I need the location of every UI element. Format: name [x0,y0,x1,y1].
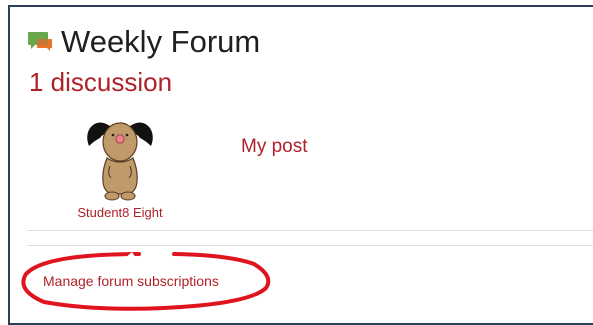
post-title-link[interactable]: My post [241,136,308,158]
divider [27,230,593,231]
forum-header: Weekly Forum [27,24,260,60]
forum-title: Weekly Forum [61,24,261,59]
author-block: Student8 Eight [60,108,180,220]
dog-avatar[interactable] [80,108,160,204]
discussion-count: 1 discussion [29,67,173,97]
forum-chat-icon [28,32,52,51]
author-name-link[interactable]: Student8 Eight [60,205,180,220]
manage-subscriptions-link[interactable]: Manage forum subscriptions [43,273,219,289]
divider [27,245,593,246]
